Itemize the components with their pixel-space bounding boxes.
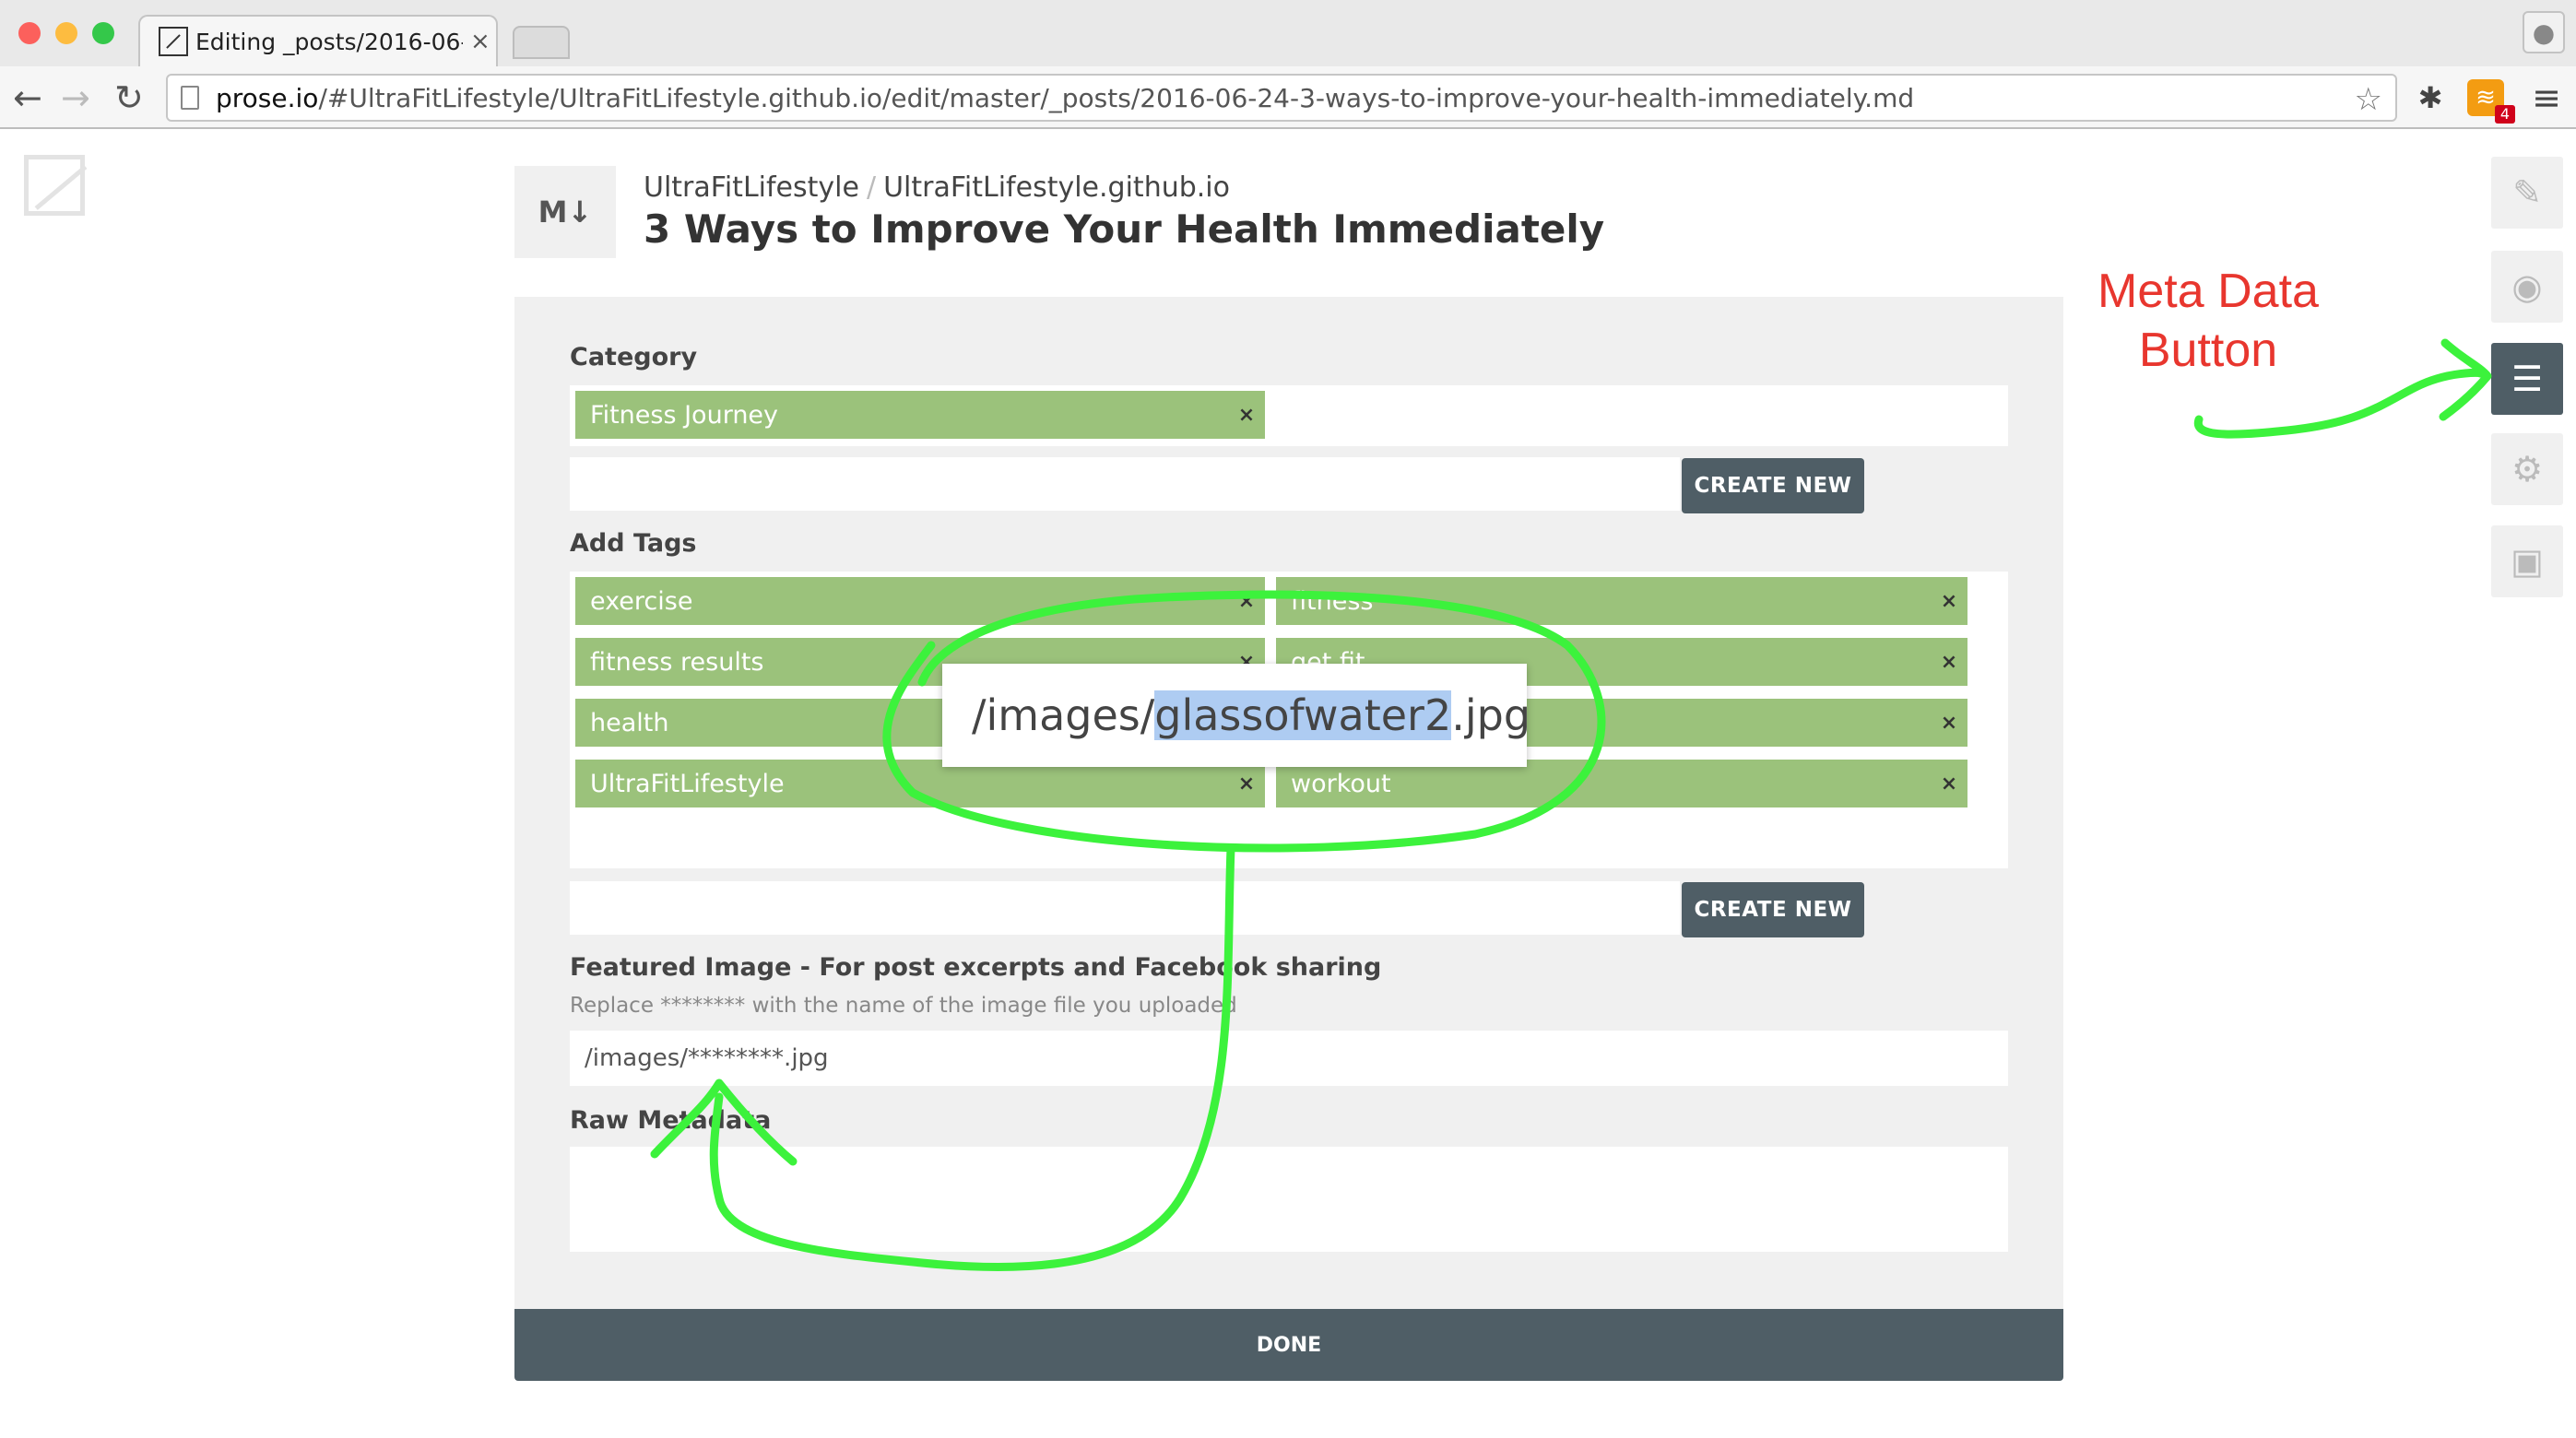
- tags-new-input[interactable]: [570, 881, 1680, 935]
- markdown-icon: M↓: [514, 166, 616, 258]
- annotation-button-arrowhead: [2439, 338, 2492, 421]
- address-bar[interactable]: prose.io/#UltraFitLifestyle/UltraFitLife…: [166, 74, 2397, 122]
- remove-chip-icon[interactable]: ×: [1931, 590, 1967, 613]
- profile-icon[interactable]: ●: [2523, 11, 2565, 53]
- selected-filename-text: glassofwater2: [1154, 690, 1452, 740]
- featured-image-help: Replace ******** with the name of the im…: [570, 994, 1237, 1018]
- bookmark-star-icon[interactable]: ☆: [2355, 81, 2382, 118]
- remove-chip-icon[interactable]: ×: [1228, 404, 1265, 427]
- tags-label: Add Tags: [570, 529, 697, 558]
- list-icon[interactable]: ☰: [2491, 343, 2563, 415]
- window-close-button[interactable]: [18, 22, 41, 44]
- rss-count-badge: 4: [2495, 105, 2515, 124]
- breadcrumb-repo[interactable]: UltraFitLifestyle.github.io: [883, 171, 1230, 204]
- remove-chip-icon[interactable]: ×: [1931, 712, 1967, 735]
- remove-chip-icon[interactable]: ×: [1228, 590, 1265, 613]
- window-zoom-button[interactable]: [92, 22, 114, 44]
- url-text: prose.io/#UltraFitLifestyle/UltraFitLife…: [216, 82, 1915, 113]
- tab-title: Editing _posts/2016-06-24: [195, 28, 463, 55]
- page-icon: [181, 86, 199, 110]
- prose-favicon-icon: [159, 27, 188, 56]
- annotation-label: Meta Data Button: [2097, 265, 2319, 377]
- remove-chip-icon[interactable]: ×: [1228, 772, 1265, 796]
- new-tab-button[interactable]: [513, 26, 570, 59]
- back-arrow-icon[interactable]: ←: [13, 77, 42, 118]
- tag-chip: fitness ×: [1276, 577, 1967, 625]
- save-icon[interactable]: ▣: [2491, 525, 2563, 597]
- raw-metadata-label: Raw Metadata: [570, 1106, 772, 1135]
- remove-chip-icon[interactable]: ×: [1931, 651, 1967, 674]
- tag-chip: exercise ×: [575, 577, 1265, 625]
- forward-arrow-icon[interactable]: →: [61, 77, 90, 118]
- category-label: Category: [570, 343, 698, 371]
- menu-icon[interactable]: ≡: [2528, 79, 2565, 116]
- create-new-category-button[interactable]: CREATE NEW: [1682, 458, 1864, 513]
- remove-chip-icon[interactable]: ×: [1931, 772, 1967, 796]
- browser-tab[interactable]: Editing _posts/2016-06-24 ×: [138, 15, 498, 66]
- filename-popup: /images/glassofwater2 .jpg: [942, 664, 1530, 767]
- done-button[interactable]: DONE: [514, 1309, 2063, 1381]
- raw-metadata-textarea[interactable]: [570, 1147, 2008, 1252]
- tab-close-icon[interactable]: ×: [470, 28, 490, 55]
- breadcrumb: UltraFitLifestyle / UltraFitLifestyle.gith…: [644, 171, 1230, 204]
- prose-logo-icon[interactable]: [24, 155, 85, 216]
- gear-icon[interactable]: ⚙: [2491, 433, 2563, 505]
- reload-icon[interactable]: ↻: [114, 77, 144, 118]
- page-title: 3 Ways to Improve Your Health Immediatel…: [644, 206, 1605, 252]
- window-minimize-button[interactable]: [55, 22, 77, 44]
- annotation-button-arrow: [2193, 368, 2487, 439]
- category-chip: Fitness Journey ×: [575, 391, 1265, 439]
- breadcrumb-user[interactable]: UltraFitLifestyle: [644, 171, 859, 204]
- featured-image-input[interactable]: /images/********.jpg: [570, 1031, 2008, 1086]
- featured-image-label: Featured Image - For post excerpts and F…: [570, 953, 1382, 982]
- category-new-input[interactable]: [570, 457, 1680, 511]
- extension-icon[interactable]: ✱: [2412, 79, 2449, 116]
- create-new-tag-button[interactable]: CREATE NEW: [1682, 882, 1864, 937]
- eye-icon[interactable]: ◉: [2491, 251, 2563, 323]
- pencil-icon[interactable]: ✎: [2491, 157, 2563, 229]
